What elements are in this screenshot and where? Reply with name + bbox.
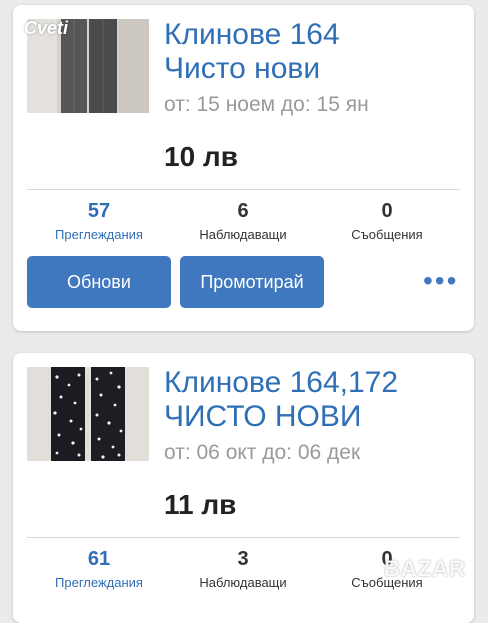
listing-card[interactable]: Клинове 164 Чисто нови от: 15 ноем до: 1… bbox=[13, 5, 474, 331]
promote-button[interactable]: Промотирай bbox=[180, 256, 324, 308]
listing-card[interactable]: Клинове 164,172 ЧИСТО НОВИ от: 06 окт до… bbox=[13, 353, 474, 623]
messages-label: Съобщения bbox=[351, 227, 423, 242]
listing-title[interactable]: Клинове 164,172 ЧИСТО НОВИ bbox=[164, 366, 464, 434]
more-options-icon[interactable]: ••• bbox=[423, 267, 458, 295]
stat-watchers: 6 Наблюдаващи bbox=[168, 199, 318, 242]
views-count: 57 bbox=[87, 200, 111, 222]
watchers-label: Наблюдаващи bbox=[199, 227, 287, 242]
stat-views[interactable]: 61 Преглеждания bbox=[24, 547, 174, 590]
watchers-count: 6 bbox=[237, 200, 249, 222]
stat-messages: 0 Съобщения bbox=[312, 199, 462, 242]
views-count: 61 bbox=[87, 548, 111, 570]
views-label: Преглеждания bbox=[55, 575, 143, 590]
watermark-logo: BAZAR bbox=[384, 556, 466, 581]
listing-title[interactable]: Клинове 164 Чисто нови bbox=[164, 18, 464, 86]
listing-price: 11 лв bbox=[164, 489, 237, 520]
refresh-button[interactable]: Обнови bbox=[27, 256, 171, 308]
views-label: Преглеждания bbox=[55, 227, 143, 242]
stat-views[interactable]: 57 Преглеждания bbox=[24, 199, 174, 242]
listing-price: 10 лв bbox=[164, 141, 238, 172]
watchers-count: 3 bbox=[237, 548, 249, 570]
messages-count: 0 bbox=[381, 200, 393, 222]
listing-title-line[interactable]: Чисто нови bbox=[164, 52, 464, 86]
listing-dates: от: 06 окт до: 06 дек bbox=[164, 441, 361, 464]
stat-watchers: 3 Наблюдаващи bbox=[168, 547, 318, 590]
listing-title-line[interactable]: Клинове 164 bbox=[164, 18, 464, 52]
listing-title-line[interactable]: Клинове 164,172 bbox=[164, 366, 464, 400]
watermark-logo: Cveti bbox=[24, 18, 69, 38]
divider bbox=[27, 537, 460, 538]
listing-title-line[interactable]: ЧИСТО НОВИ bbox=[164, 400, 464, 434]
watchers-label: Наблюдаващи bbox=[199, 575, 287, 590]
divider bbox=[27, 189, 460, 190]
listing-thumbnail[interactable] bbox=[27, 367, 149, 461]
listing-dates: от: 15 ноем до: 15 ян bbox=[164, 93, 369, 116]
